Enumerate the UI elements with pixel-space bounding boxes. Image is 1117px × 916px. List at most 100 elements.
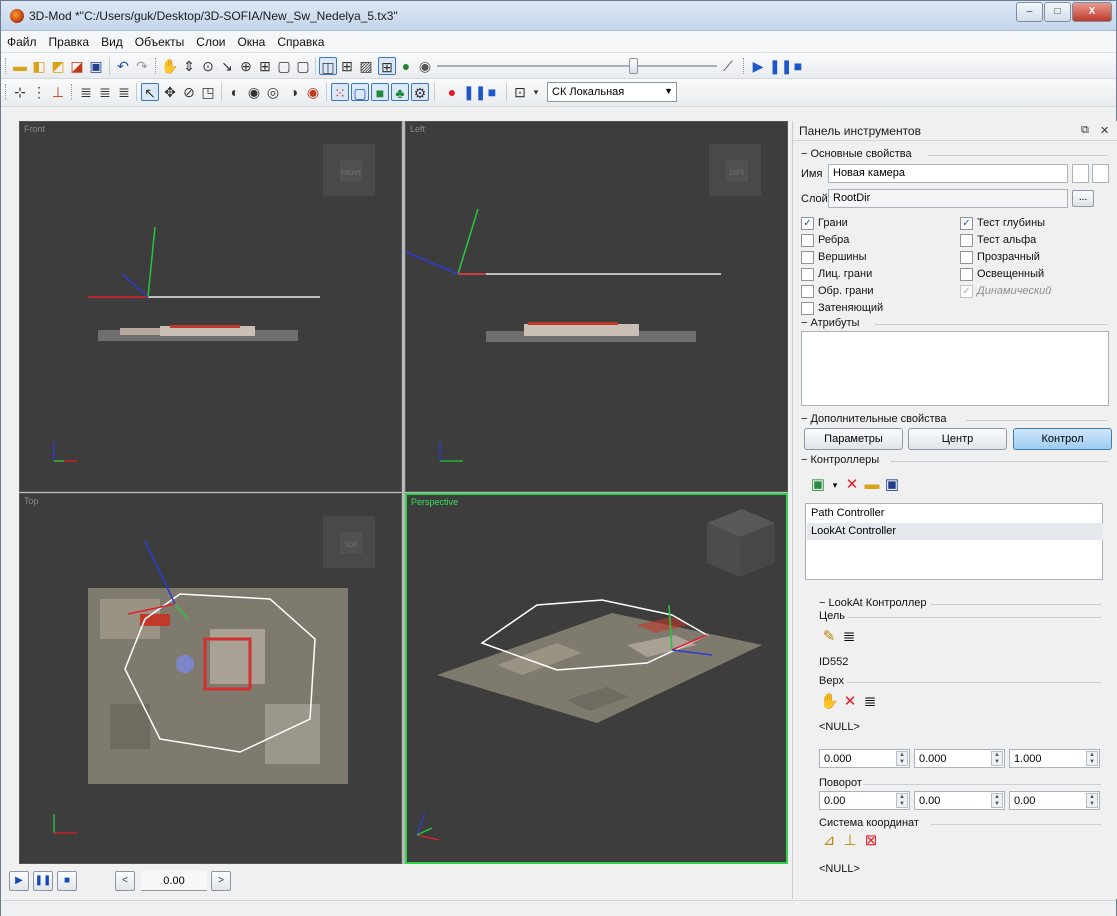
pause-button[interactable]: ❚❚ xyxy=(33,871,53,891)
attributes-header[interactable]: − Атрибуты xyxy=(801,317,859,329)
controllers-header[interactable]: − Контроллеры xyxy=(801,454,879,466)
select-up-icon[interactable]: ≣ xyxy=(861,693,879,711)
rotate-object-icon[interactable]: ⊘ xyxy=(180,83,198,101)
select-list-icon[interactable]: ⋮ xyxy=(30,83,48,101)
show-icon[interactable]: ◐ xyxy=(226,83,244,101)
zoom-all-icon[interactable]: ▢ xyxy=(294,57,312,75)
toolbar-grip[interactable] xyxy=(743,58,746,74)
toolbar-grip[interactable] xyxy=(5,84,8,100)
select-invert-icon[interactable]: ≣ xyxy=(115,83,133,101)
play-button[interactable]: ▶ xyxy=(9,871,29,891)
up-z-input[interactable]: 1.000 ▲ ▼ xyxy=(1009,749,1100,768)
checkbox-vertices[interactable] xyxy=(801,251,814,264)
checkbox-alpha-test[interactable] xyxy=(960,234,973,247)
camera-icon[interactable]: ● xyxy=(397,57,415,75)
move-object-icon[interactable]: ✥ xyxy=(161,83,179,101)
zoom-icon[interactable]: ⊕ xyxy=(237,57,255,75)
browse-layer-button[interactable]: ... xyxy=(1072,190,1094,207)
pin-icon[interactable]: ⊥ xyxy=(49,83,67,101)
hide-icon[interactable]: ◑ xyxy=(285,83,303,101)
minimize-button[interactable]: – xyxy=(1016,2,1043,22)
viewport-top[interactable]: TOP Top xyxy=(19,493,402,864)
checkbox-depth-test[interactable]: ✓ xyxy=(960,217,973,230)
add-controller-icon[interactable]: ▣ xyxy=(809,476,827,494)
spin-arrows-icon[interactable]: ▲ ▼ xyxy=(1086,751,1098,766)
eye-icon[interactable]: ◉ xyxy=(245,83,263,101)
measure-icon[interactable]: ⟋ xyxy=(719,57,737,75)
spin-arrows-icon[interactable]: ▲ ▼ xyxy=(896,751,908,766)
pan-hand-icon[interactable]: ✋ xyxy=(161,57,179,75)
checkbox-back-faces[interactable] xyxy=(801,285,814,298)
color-swatch-1[interactable] xyxy=(1072,164,1089,183)
spin-arrows-icon[interactable]: ▲ ▼ xyxy=(991,751,1003,766)
tree-icon[interactable]: ♣ xyxy=(391,83,409,101)
checkbox-transparent[interactable] xyxy=(960,251,973,264)
pause-icon[interactable]: ❚❚ xyxy=(769,57,792,75)
toolbar-grip[interactable] xyxy=(5,58,8,74)
rotation-x-input[interactable]: 0.00 ▲ ▼ xyxy=(819,791,910,810)
select-arrow-icon[interactable]: ↖ xyxy=(141,83,159,101)
hide-eye-icon[interactable]: ◉ xyxy=(304,83,322,101)
up-y-input[interactable]: 0.000 ▲ ▼ xyxy=(914,749,1005,768)
redo-icon[interactable]: ↷ xyxy=(133,57,151,75)
viewport-perspective[interactable]: Perspective xyxy=(405,493,788,864)
points-mode-icon[interactable]: ⁙ xyxy=(331,83,349,101)
parameters-button[interactable]: Параметры xyxy=(804,428,903,450)
layer-field[interactable]: RootDir xyxy=(828,189,1068,208)
grid-icon[interactable]: ⊞ xyxy=(338,57,356,75)
prev-frame-button[interactable]: < xyxy=(115,871,135,891)
save-icon[interactable]: ▣ xyxy=(87,57,105,75)
zoom-region-icon[interactable]: ⊞ xyxy=(256,57,274,75)
chevron-down-icon[interactable]: ▾ xyxy=(826,476,844,494)
rotation-z-input[interactable]: 0.00 ▲ ▼ xyxy=(1009,791,1100,810)
coord-dropdown-icon[interactable]: ▾ xyxy=(527,83,545,101)
open-file-icon[interactable]: ◧ xyxy=(30,57,48,75)
stop-icon[interactable]: ■ xyxy=(789,57,807,75)
checkbox-lit[interactable] xyxy=(960,268,973,281)
checkbox-faces[interactable]: ✓ xyxy=(801,217,814,230)
zoom-extents-icon[interactable]: ▢ xyxy=(275,57,293,75)
close-button[interactable]: X xyxy=(1072,2,1112,22)
pick-dropper-icon[interactable]: ✎ xyxy=(820,628,838,646)
open-folder-icon[interactable]: ▬ xyxy=(863,476,881,494)
attributes-textarea[interactable] xyxy=(801,331,1109,406)
axis-pick-icon[interactable]: ⊿ xyxy=(820,832,838,850)
lookat-header[interactable]: − LookAt Контроллер xyxy=(819,597,927,609)
export-icon[interactable]: ◪ xyxy=(68,57,86,75)
spin-arrows-icon[interactable]: ▲ ▼ xyxy=(1086,793,1098,808)
pause-record-icon[interactable]: ❚❚ xyxy=(463,83,486,101)
roll-icon[interactable]: ↘ xyxy=(218,57,236,75)
undo-icon[interactable]: ↶ xyxy=(114,57,132,75)
color-swatch-2[interactable] xyxy=(1092,164,1109,183)
checkbox-edges[interactable] xyxy=(801,234,814,247)
wire-mode-icon[interactable]: ▢ xyxy=(351,83,369,101)
delete-icon[interactable]: ✕ xyxy=(841,693,859,711)
select-tree-icon[interactable]: ⊹ xyxy=(11,83,29,101)
menu-help[interactable]: Справка xyxy=(271,31,330,49)
checkbox-front-faces[interactable] xyxy=(801,268,814,281)
toolbar-grip[interactable] xyxy=(71,84,74,100)
spin-arrows-icon[interactable]: ▲ ▼ xyxy=(991,793,1003,808)
glasses-icon[interactable]: ◉ xyxy=(416,57,434,75)
select-target-icon[interactable]: ≣ xyxy=(840,628,858,646)
list-item[interactable]: Path Controller xyxy=(807,505,1103,522)
lod-icon[interactable]: ◎ xyxy=(264,83,282,101)
texture-icon[interactable]: ▨ xyxy=(357,57,375,75)
orbit-icon[interactable]: ⊙ xyxy=(199,57,217,75)
move-icon[interactable]: ⇕ xyxy=(180,57,198,75)
zoom-slider-thumb[interactable] xyxy=(629,58,638,74)
four-views-icon[interactable]: ⊞ xyxy=(378,57,396,75)
list-item[interactable]: LookAt Controller xyxy=(807,523,1103,540)
save-icon[interactable]: ▣ xyxy=(883,476,901,494)
toolbar-grip[interactable] xyxy=(155,58,158,74)
hand-icon[interactable]: ✋ xyxy=(820,693,839,711)
maximize-button[interactable]: □ xyxy=(1044,2,1071,22)
spin-arrows-icon[interactable]: ▲ ▼ xyxy=(896,793,908,808)
up-x-input[interactable]: 0.000 ▲ ▼ xyxy=(819,749,910,768)
viewport-left[interactable]: LEFT Left xyxy=(405,121,788,492)
menu-windows[interactable]: Окна xyxy=(231,31,271,49)
delete-icon[interactable]: ✕ xyxy=(843,476,861,494)
solid-mode-icon[interactable]: ■ xyxy=(371,83,389,101)
play-icon[interactable]: ▶ xyxy=(749,57,767,75)
menu-view[interactable]: Вид xyxy=(95,31,129,49)
